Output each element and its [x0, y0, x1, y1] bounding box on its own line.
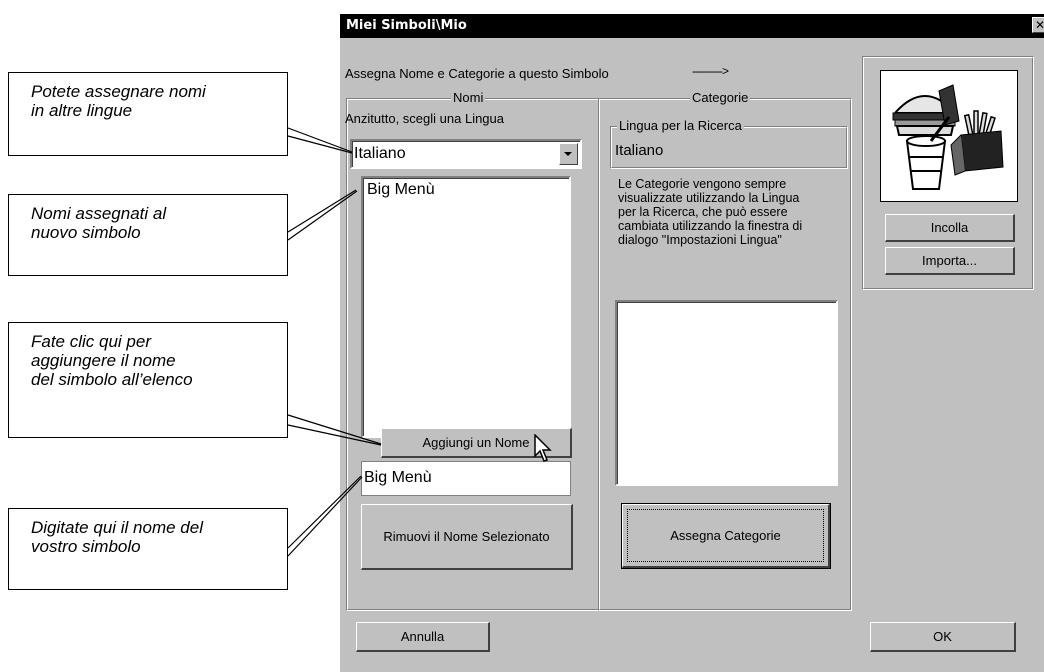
- assign-categories-button[interactable]: Assegna Categorie: [621, 503, 831, 569]
- paste-label: Incolla: [930, 220, 969, 235]
- list-item[interactable]: Big Menù: [367, 181, 435, 199]
- import-label: Importa...: [922, 253, 977, 268]
- paste-button[interactable]: Incolla: [885, 214, 1015, 242]
- chevron-down-icon: [564, 152, 572, 156]
- callout-type-name: Digitate qui il nome del vostro simbolo: [8, 508, 288, 590]
- language-dropdown-button[interactable]: [559, 143, 578, 165]
- cancel-label: Annulla: [400, 629, 445, 644]
- burger-fries-drink-icon: [892, 84, 1004, 190]
- callout-add-name: Fate clic qui per aggiungere il nome del…: [8, 322, 288, 438]
- categories-info: Le Categorie vengono sempre visualizzate…: [618, 177, 803, 247]
- dialog-window: Miei Simboli\Mio ✕ Assegna Nome e Catego…: [340, 14, 1044, 672]
- name-input-value: Big Menù: [364, 469, 432, 486]
- remove-name-label: Rimuovi il Nome Selezionato: [383, 529, 550, 544]
- symbol-image: [880, 70, 1018, 202]
- close-button[interactable]: ✕: [1032, 17, 1044, 33]
- language-select[interactable]: Italiano: [350, 139, 582, 169]
- language-prompt: Anzitutto, scegli una Lingua: [345, 111, 504, 126]
- remove-name-button[interactable]: Rimuovi il Nome Selezionato: [361, 504, 573, 570]
- import-button[interactable]: Importa...: [885, 247, 1015, 275]
- name-input[interactable]: Big Menù: [361, 461, 571, 496]
- dialog-heading: Assegna Nome e Categorie a questo Simbol…: [345, 66, 609, 81]
- search-language-legend: Lingua per la Ricerca: [617, 118, 744, 133]
- window-title: Miei Simboli\Mio: [346, 18, 467, 33]
- cancel-button[interactable]: Annulla: [356, 622, 490, 652]
- mouse-cursor-icon: [534, 434, 552, 462]
- categories-list[interactable]: [615, 300, 838, 486]
- categories-legend: Categorie: [690, 90, 751, 105]
- names-list[interactable]: Big Menù: [361, 176, 571, 438]
- names-legend: Nomi: [451, 90, 486, 105]
- close-icon: ✕: [1034, 18, 1044, 32]
- callout-assigned-names: Nomi assegnati al nuovo simbolo: [8, 194, 288, 276]
- ok-label: OK: [933, 629, 952, 644]
- arrow-text: ---------->: [692, 64, 729, 78]
- ok-button[interactable]: OK: [870, 622, 1016, 652]
- callout-languages: Potete assegnare nomi in altre lingue: [8, 72, 288, 156]
- language-selected-value: Italiano: [354, 145, 406, 162]
- search-language-value: Italiano: [615, 142, 664, 159]
- add-name-label: Aggiungi un Nome: [422, 435, 530, 450]
- title-bar: Miei Simboli\Mio: [340, 14, 1044, 38]
